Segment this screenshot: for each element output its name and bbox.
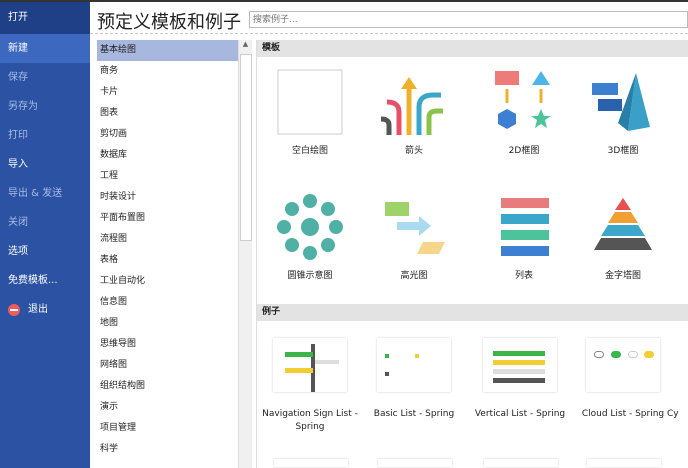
- template-highlight[interactable]: 高光图: [364, 192, 464, 283]
- category-list: 基本绘图 商务 卡片 图表 剪切画 数据库 工程 时装设计 平面布置图 流程图 表格 工业自动化 信息图…: [97, 40, 238, 460]
- category-item[interactable]: 地图: [97, 313, 238, 334]
- menu-exit[interactable]: 退出: [0, 295, 90, 324]
- 3d-block-icon: [592, 73, 650, 131]
- menu-print[interactable]: 打印: [0, 121, 90, 150]
- menu-exit-label: 退出: [28, 304, 48, 315]
- exit-icon: [8, 303, 20, 316]
- search-input[interactable]: [249, 11, 688, 28]
- template-label: 金字塔图: [604, 271, 641, 281]
- menu-import[interactable]: 导入: [0, 150, 90, 179]
- example-thumbnail: [586, 338, 660, 392]
- category-item[interactable]: 图表: [97, 103, 238, 124]
- circle-diagram-icon: [277, 194, 343, 260]
- example-thumbnail[interactable]: [484, 459, 558, 467]
- template-label: 空白绘图: [291, 146, 328, 156]
- category-item[interactable]: 网络图: [97, 355, 238, 376]
- template-label: 高光图: [400, 271, 428, 281]
- template-label: 列表: [514, 271, 533, 281]
- template-label: 箭头: [404, 146, 423, 156]
- example-cycle[interactable]: Cy: [667, 338, 688, 421]
- template-panel: 模板 空白绘图 箭头 2D框图 3D框图 圆锥示意图 高光图 列表 金字塔图 例…: [256, 40, 688, 468]
- menu-save[interactable]: 保存: [0, 63, 90, 92]
- highlight-icon: [385, 202, 445, 254]
- template-circle-diagram[interactable]: 圆锥示意图: [260, 192, 360, 283]
- examples-header: 例子: [257, 304, 688, 321]
- category-item[interactable]: 基本绘图: [97, 40, 238, 61]
- category-scrollbar[interactable]: ▲: [238, 40, 252, 468]
- pyramid-icon: [594, 198, 652, 250]
- category-item[interactable]: 剪切画: [97, 124, 238, 145]
- scroll-up-icon[interactable]: ▲: [239, 40, 252, 48]
- category-item[interactable]: 信息图: [97, 292, 238, 313]
- menu-save-as[interactable]: 另存为: [0, 92, 90, 121]
- template-blank[interactable]: 空白绘图: [260, 67, 360, 158]
- example-label: Cy: [667, 409, 679, 419]
- example-cloud-list[interactable]: Cloud List - Spring: [573, 338, 673, 421]
- category-item[interactable]: 组织结构图: [97, 376, 238, 397]
- menu-new[interactable]: 新建: [0, 34, 90, 63]
- template-label: 2D框图: [508, 146, 540, 156]
- template-3d-block[interactable]: 3D框图: [573, 67, 673, 158]
- category-item[interactable]: 项目管理: [97, 418, 238, 439]
- blank-page-icon: [277, 69, 343, 135]
- example-label: Navigation Sign List - Spring: [262, 409, 358, 432]
- template-pyramid[interactable]: 金字塔图: [573, 192, 673, 283]
- example-vertical-list[interactable]: Vertical List - Spring: [470, 338, 570, 421]
- example-thumbnail: [273, 338, 347, 392]
- template-label: 圆锥示意图: [287, 271, 333, 281]
- arrows-icon: [380, 77, 443, 135]
- 2d-block-icon: [495, 71, 551, 129]
- list-icon: [501, 198, 549, 256]
- category-item[interactable]: 卡片: [97, 82, 238, 103]
- menu-close[interactable]: 关闭: [0, 208, 90, 237]
- example-basic-list[interactable]: Basic List - Spring: [364, 338, 464, 421]
- category-item[interactable]: 时装设计: [97, 187, 238, 208]
- example-thumbnail[interactable]: [274, 459, 348, 467]
- template-list[interactable]: 列表: [474, 192, 574, 283]
- template-label: 3D框图: [607, 146, 639, 156]
- page-title: 预定义模板和例子: [97, 12, 241, 33]
- template-2d-block[interactable]: 2D框图: [474, 67, 574, 158]
- templates-header: 模板: [257, 40, 688, 57]
- example-thumbnail[interactable]: [378, 459, 452, 467]
- category-item[interactable]: 思维导图: [97, 334, 238, 355]
- category-item[interactable]: 工程: [97, 166, 238, 187]
- example-thumbnail[interactable]: [587, 459, 661, 467]
- category-item[interactable]: 演示: [97, 397, 238, 418]
- example-thumbnail: [483, 338, 557, 392]
- menu-export-send[interactable]: 导出 & 发送: [0, 179, 90, 208]
- example-label: Vertical List - Spring: [474, 409, 566, 419]
- menu-options[interactable]: 选项: [0, 237, 90, 266]
- category-item[interactable]: 工业自动化: [97, 271, 238, 292]
- menu-free-templates[interactable]: 免费模板...: [0, 266, 90, 295]
- example-navigation-sign-list[interactable]: Navigation Sign List - Spring: [260, 338, 360, 434]
- category-item[interactable]: 表格: [97, 250, 238, 271]
- template-arrows[interactable]: 箭头: [364, 67, 464, 158]
- category-item[interactable]: 数据库: [97, 145, 238, 166]
- example-label: Cloud List - Spring: [581, 409, 665, 419]
- example-thumbnail: [377, 338, 451, 392]
- category-item[interactable]: 平面布置图: [97, 208, 238, 229]
- divider: [90, 33, 688, 34]
- category-item[interactable]: 商务: [97, 61, 238, 82]
- backstage-sidebar: 打开 新建 保存 另存为 打印 导入 导出 & 发送 关闭 选项 免费模板...…: [0, 2, 90, 468]
- category-item[interactable]: 科学: [97, 439, 238, 460]
- menu-open[interactable]: 打开: [0, 2, 90, 34]
- example-label: Basic List - Spring: [373, 409, 455, 419]
- scrollbar-thumb[interactable]: [240, 54, 252, 241]
- category-item[interactable]: 流程图: [97, 229, 238, 250]
